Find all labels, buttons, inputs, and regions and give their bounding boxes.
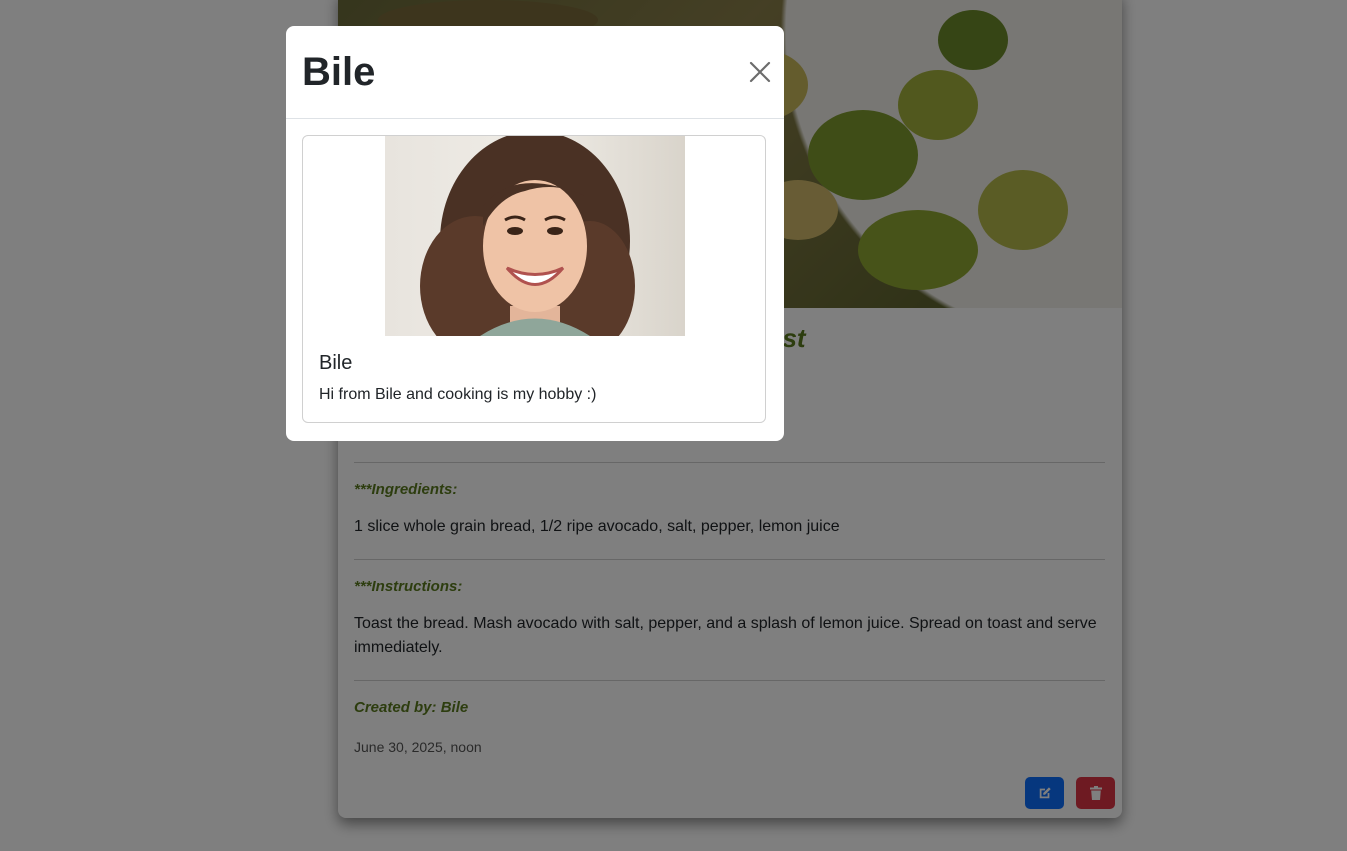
modal-title: Bile bbox=[302, 50, 376, 94]
close-icon bbox=[749, 61, 771, 83]
portrait-illustration bbox=[420, 136, 635, 336]
profile-card: Bile Hi from Bile and cooking is my hobb… bbox=[302, 135, 766, 423]
avatar bbox=[385, 136, 685, 336]
profile-name: Bile bbox=[319, 352, 353, 374]
close-button[interactable] bbox=[746, 58, 774, 86]
modal-header: Bile bbox=[286, 26, 784, 119]
profile-modal: Bile Bile Hi from Bile and cooking is my… bbox=[286, 26, 784, 441]
profile-bio: Hi from Bile and cooking is my hobby :) bbox=[319, 386, 597, 403]
